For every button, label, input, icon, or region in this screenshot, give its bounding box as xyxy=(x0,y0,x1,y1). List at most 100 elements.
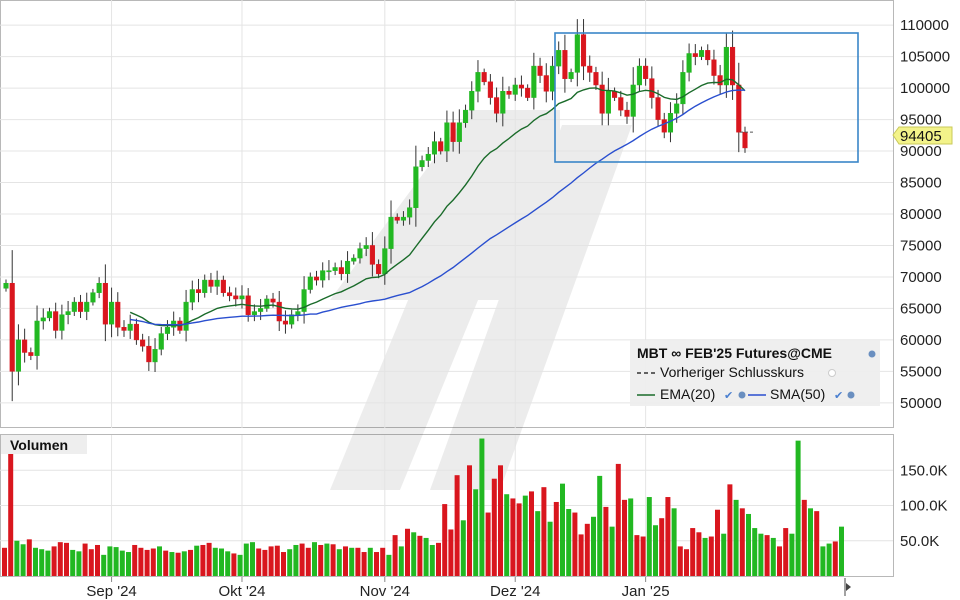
volume-bar xyxy=(578,534,584,576)
volume-y-tick-label: 50.0K xyxy=(900,533,939,550)
candle-down xyxy=(133,323,139,341)
volume-bar xyxy=(553,501,559,576)
volume-bar xyxy=(349,547,355,576)
legend-sma-settings-icon[interactable] xyxy=(847,391,855,399)
legend-prev-close-toggle-icon[interactable] xyxy=(828,369,836,377)
candle-up xyxy=(152,349,158,363)
volume-bar xyxy=(343,546,348,576)
candle-up xyxy=(84,301,90,312)
legend-ema-check-icon[interactable]: ✔ xyxy=(724,390,733,402)
volume-bar xyxy=(88,549,94,576)
volume-bar xyxy=(739,508,745,576)
volume-y-tick-label: 100.0K xyxy=(900,498,948,515)
volume-bar xyxy=(622,499,627,576)
volume-bar xyxy=(436,542,441,576)
candle-down xyxy=(643,65,649,79)
candle-down xyxy=(121,327,127,331)
candle-down xyxy=(624,109,630,117)
volume-bar xyxy=(516,503,522,576)
y-tick-label: 55000 xyxy=(900,363,942,380)
legend-sma-check-icon[interactable]: ✔ xyxy=(834,390,843,402)
legend-title-settings-icon[interactable] xyxy=(868,350,876,358)
candle-down xyxy=(494,97,500,114)
volume-bar xyxy=(150,548,156,576)
volume-bar xyxy=(274,545,280,576)
legend-title: MBT ∞ FEB'25 Futures@CME xyxy=(637,345,832,361)
candle-down xyxy=(195,289,202,293)
volume-bar xyxy=(746,513,751,576)
volume-bar xyxy=(801,499,807,576)
candle-down xyxy=(115,301,121,328)
x-tick-label: Okt '24 xyxy=(218,583,265,600)
candle-up xyxy=(413,166,419,208)
candle-up xyxy=(574,34,580,73)
volume-bar xyxy=(200,544,206,576)
volume-bar xyxy=(305,547,311,576)
candle-down xyxy=(742,131,748,149)
candle-down xyxy=(593,72,599,86)
legend-ema-settings-icon[interactable] xyxy=(738,391,746,399)
candle-up xyxy=(419,160,425,168)
volume-bar xyxy=(609,526,615,576)
volume-bar xyxy=(386,554,392,576)
candle-down xyxy=(661,119,667,133)
candle-up xyxy=(71,301,77,312)
candle-down xyxy=(562,50,568,79)
stock-chart: 50000 55000 60000 65000 70000 75000 80000 85000… xyxy=(0,0,953,600)
volume-bar xyxy=(808,508,813,576)
candle-up xyxy=(568,72,574,79)
volume-bar xyxy=(367,547,373,576)
volume-bar xyxy=(758,533,764,576)
volume-bar xyxy=(169,552,175,576)
legend-ema-label: EMA(20) xyxy=(660,386,715,402)
volume-bar xyxy=(591,516,596,576)
volume-bar xyxy=(584,523,590,576)
volume-bar xyxy=(95,544,100,576)
candle-up xyxy=(667,113,674,133)
volume-bar xyxy=(498,465,503,576)
volume-bar xyxy=(243,543,249,576)
volume-bar xyxy=(547,521,553,576)
volume-bar xyxy=(126,552,131,576)
volume-bar xyxy=(262,549,268,576)
candle-up xyxy=(407,207,413,218)
volume-bar xyxy=(287,549,293,576)
volume-bar xyxy=(324,543,330,576)
volume-bar xyxy=(219,548,224,576)
volume-bar xyxy=(491,478,497,576)
y-axis-ticks: 50000 55000 60000 65000 70000 75000 80000 85000… xyxy=(900,17,950,412)
candle-down xyxy=(518,84,524,89)
candle-down xyxy=(9,282,15,372)
volume-bar xyxy=(690,528,696,576)
candle-up xyxy=(462,109,469,123)
scroll-end-marker[interactable] xyxy=(844,578,851,596)
volume-bar xyxy=(212,547,218,576)
last-price-label: 94405 xyxy=(900,128,942,145)
y-tick-label: 110000 xyxy=(900,17,949,34)
volume-bar xyxy=(231,553,237,576)
candle-down xyxy=(369,245,375,265)
candle-up xyxy=(686,53,692,73)
volume-bar xyxy=(423,537,429,576)
candle-up xyxy=(363,245,369,249)
candle-up xyxy=(15,339,21,372)
y-tick-label: 100000 xyxy=(900,80,950,97)
candle-down xyxy=(102,282,108,325)
volume-bar xyxy=(8,449,14,576)
volume-bar xyxy=(572,512,578,576)
candle-down xyxy=(338,267,344,275)
volume-bar xyxy=(39,549,45,576)
candle-down xyxy=(140,339,146,347)
volume-bar xyxy=(392,535,398,576)
volume-bar xyxy=(119,550,125,576)
volume-bar xyxy=(113,547,119,576)
candle-up xyxy=(698,50,705,57)
y-tick-label: 80000 xyxy=(900,206,942,223)
candle-down xyxy=(53,311,59,331)
volume-bar xyxy=(832,541,838,576)
volume-bar xyxy=(132,544,138,576)
volume-bar xyxy=(250,542,255,576)
volume-bar xyxy=(398,546,404,576)
volume-bar xyxy=(355,547,361,576)
candle-down xyxy=(220,279,226,293)
